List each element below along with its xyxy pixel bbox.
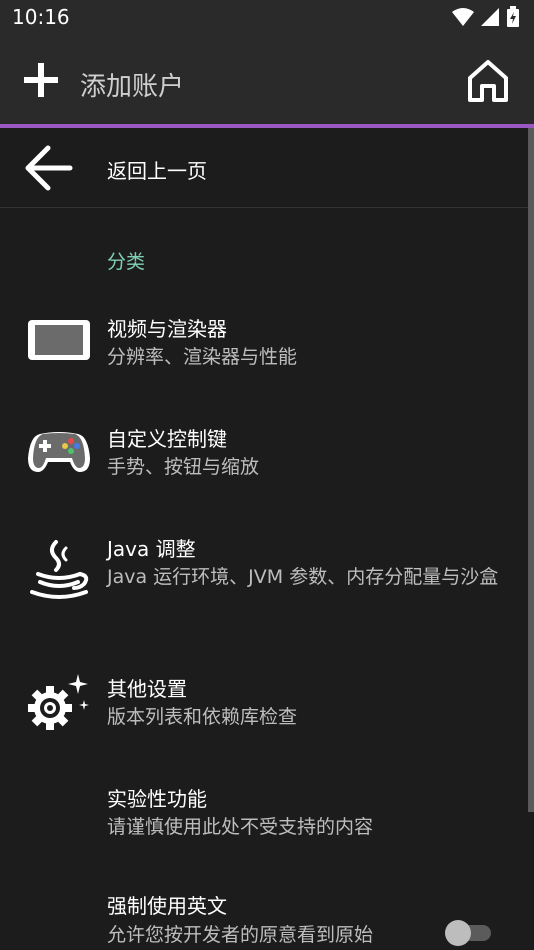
add-account-icon[interactable]	[22, 61, 60, 99]
status-bar: 10:16	[0, 0, 534, 34]
item-title: 实验性功能	[107, 787, 207, 811]
item-subtitle: 允许您按开发者的原意看到原始	[107, 924, 374, 946]
arrow-left-icon	[25, 145, 73, 191]
item-title: 自定义控制键	[107, 427, 227, 451]
home-icon[interactable]	[464, 56, 512, 104]
toggle-knob	[445, 920, 471, 946]
page-title: 添加账户	[80, 72, 185, 102]
gear-sparkle-icon	[28, 674, 89, 730]
item-subtitle: 分辨率、渲染器与性能	[107, 346, 298, 368]
back-label: 返回上一页	[107, 159, 207, 183]
signal-icon	[481, 8, 499, 26]
item-title: 其他设置	[107, 677, 187, 701]
settings-item-controls[interactable]: 自定义控制键 手势、按钮与缩放	[0, 410, 528, 510]
item-title: 强制使用英文	[107, 894, 227, 918]
item-subtitle: 手势、按钮与缩放	[107, 456, 260, 478]
status-time: 10:16	[12, 5, 70, 29]
settings-item-other[interactable]: 其他设置 版本列表和依赖库检查	[0, 660, 528, 760]
battery-icon	[507, 6, 519, 27]
category-header: 分类	[107, 251, 146, 273]
item-subtitle: Java 运行环境、JVM 参数、内存分配量与沙盒	[107, 566, 499, 588]
item-subtitle: 版本列表和依赖库检查	[107, 706, 298, 728]
item-subtitle: 请谨慎使用此处不受支持的内容	[107, 816, 374, 838]
item-title: 视频与渲染器	[107, 317, 227, 341]
settings-item-video[interactable]: 视频与渲染器 分辨率、渲染器与性能	[0, 300, 528, 400]
wifi-icon	[452, 8, 474, 26]
gamepad-icon	[28, 432, 90, 472]
app-bar: 添加账户	[0, 34, 534, 124]
scrollbar[interactable]	[528, 128, 534, 812]
force-english-toggle[interactable]	[445, 918, 495, 946]
back-button[interactable]: 返回上一页	[0, 128, 528, 208]
settings-item-experimental[interactable]: 实验性功能 请谨慎使用此处不受支持的内容	[0, 770, 528, 870]
display-icon	[28, 320, 90, 360]
settings-item-java[interactable]: Java 调整 Java 运行环境、JVM 参数、内存分配量与沙盒	[0, 520, 528, 630]
item-title: Java 调整	[107, 537, 196, 561]
status-icons	[452, 6, 520, 28]
java-icon	[30, 540, 89, 599]
